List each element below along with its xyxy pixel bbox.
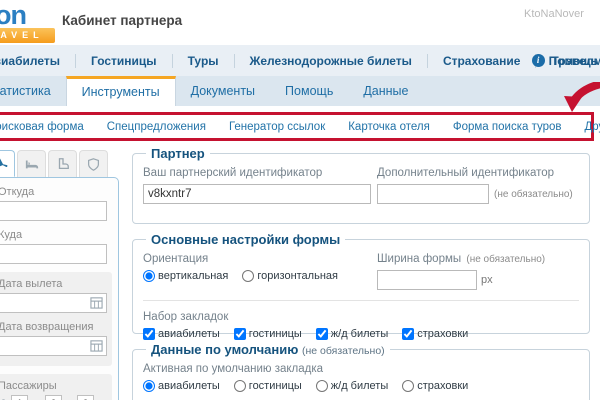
hotel-icon — [25, 157, 39, 171]
insurance-icon — [87, 158, 100, 171]
search-form-settings: Партнер Ваш партнерский идентификатор До… — [132, 146, 590, 400]
px-unit-label: px — [481, 274, 493, 286]
watermark-text: KtoNaNover — [524, 8, 584, 20]
widget-tab-avia[interactable] — [0, 150, 15, 177]
default-rail-radio[interactable] — [316, 380, 328, 392]
defaults-legend: Данные по умолчанию (не обязательно) — [146, 342, 390, 357]
default-hotels-radio[interactable] — [234, 380, 246, 392]
section-tabbar: Статистика Инструменты Документы Помощь … — [0, 76, 600, 106]
infants-count[interactable]: 0 — [77, 395, 94, 400]
active-tab-label: Активная по умолчанию закладка — [143, 363, 579, 375]
annotation-arrow-icon — [556, 82, 600, 114]
hotels-checkbox[interactable] — [234, 328, 246, 340]
default-option-rail[interactable]: ж/д билеты — [316, 380, 388, 392]
partner-legend: Партнер — [146, 146, 210, 161]
extra-id-input[interactable] — [377, 184, 489, 204]
tabset-option-avia[interactable]: авиабилеты — [143, 328, 220, 340]
tab-documents[interactable]: Документы — [176, 76, 270, 106]
instruments-toolbar: Поисковая форма Спецпредложения Генерато… — [0, 112, 594, 141]
plane-icon — [0, 156, 9, 172]
logo-travel-bar: travel — [0, 28, 55, 43]
main-nav-items: Авиабилеты Гостиницы Туры Железнодорожны… — [0, 54, 600, 68]
main-nav: Авиабилеты Гостиницы Туры Железнодорожны… — [0, 45, 600, 76]
to-input[interactable] — [0, 244, 107, 264]
partner-id-input[interactable] — [143, 184, 371, 204]
partner-cabinet-page: ozon travel Кабинет партнера KtoNaNover … — [0, 0, 600, 400]
default-insurance-radio[interactable] — [402, 380, 414, 392]
toolbar-link-hotel-card[interactable]: Карточка отеля — [348, 121, 430, 133]
toolbar-link-special-offers[interactable]: Спецпредложения — [107, 121, 206, 133]
passengers-label: Пассажиры — [0, 380, 107, 392]
avia-checkbox[interactable] — [143, 328, 155, 340]
search-widget-tabs — [0, 150, 110, 177]
nav-item-hotels[interactable]: Гостиницы — [76, 54, 172, 68]
form-width-input[interactable] — [377, 270, 477, 290]
page-title: Кабинет партнера — [62, 13, 182, 28]
ozon-travel-logo[interactable]: ozon travel — [0, 3, 55, 43]
info-icon: i — [532, 54, 545, 67]
settings-divider — [143, 300, 579, 301]
toolbar-link-tour-search-form[interactable]: Форма поиска туров — [453, 121, 562, 133]
depart-date-label: Дата вылета — [0, 278, 107, 290]
to-label: Куда — [0, 229, 107, 241]
passengers-panel: Пассажиры 1 0 0 Класс эконом — [0, 374, 112, 400]
tabset-option-hotels[interactable]: гостиницы — [234, 328, 302, 340]
default-option-avia[interactable]: авиабилеты — [143, 380, 220, 392]
partner-fieldset: Партнер Ваш партнерский идентификатор До… — [132, 146, 590, 224]
rail-checkbox[interactable] — [316, 328, 328, 340]
tours-icon — [56, 157, 70, 171]
flight-search-widget: Откуда Куда Дата вылета Дата возвращения — [0, 177, 119, 400]
form-width-label: Ширина формы (не обязательно) — [377, 253, 579, 265]
calendar-icon[interactable] — [90, 339, 103, 352]
tab-help[interactable]: Помощь — [270, 76, 348, 106]
return-date-label: Дата возвращения — [0, 321, 107, 333]
calendar-icon[interactable] — [90, 296, 103, 309]
default-avia-radio[interactable] — [143, 380, 155, 392]
tabset-option-insurance[interactable]: страховки — [402, 328, 468, 340]
partner-id-label: Ваш партнерский идентификатор — [143, 167, 377, 179]
tab-instruments[interactable]: Инструменты — [66, 76, 176, 106]
toolbar-link-other-instruments[interactable]: Другие инструменты — [584, 121, 600, 133]
orientation-option-horizontal[interactable]: горизонтальная — [242, 270, 338, 282]
nav-item-avia[interactable]: Авиабилеты — [0, 54, 75, 68]
tab-data[interactable]: Данные — [348, 76, 423, 106]
orientation-option-vertical[interactable]: вертикальная — [143, 270, 228, 282]
nav-item-rail[interactable]: Железнодорожные билеты — [235, 54, 427, 68]
default-option-hotels[interactable]: гостиницы — [234, 380, 302, 392]
toolbar-link-search-form[interactable]: Поисковая форма — [0, 121, 84, 133]
nav-help-label: Помощь — [549, 54, 598, 68]
tab-set-label: Набор закладок — [143, 311, 579, 323]
vertical-radio[interactable] — [143, 270, 155, 282]
extra-id-label: Дополнительный идентификатор — [377, 167, 579, 179]
widget-tab-tours[interactable] — [48, 150, 77, 177]
defaults-fieldset: Данные по умолчанию (не обязательно) Акт… — [132, 342, 590, 400]
children-count[interactable]: 0 — [45, 395, 62, 400]
extra-id-optional-note: (не обязательно) — [494, 189, 573, 200]
header: ozon travel Кабинет партнера KtoNaNover — [0, 0, 600, 44]
defaults-legend-note: (не обязательно) — [302, 345, 385, 357]
nav-help[interactable]: i Помощь — [532, 54, 598, 68]
toolbar-link-link-generator[interactable]: Генератор ссылок — [229, 121, 325, 133]
form-settings-legend: Основные настройки формы — [146, 232, 345, 247]
insurance-checkbox[interactable] — [402, 328, 414, 340]
default-option-insurance[interactable]: страховки — [402, 380, 468, 392]
nav-item-insurance[interactable]: Страхование — [428, 54, 535, 68]
form-width-optional-note: (не обязательно) — [466, 254, 545, 265]
logo-wordmark: ozon — [0, 3, 55, 27]
tabset-option-rail[interactable]: ж/д билеты — [316, 328, 388, 340]
widget-tab-hotels[interactable] — [17, 150, 46, 177]
adults-count[interactable]: 1 — [11, 395, 28, 400]
form-settings-fieldset: Основные настройки формы Ориентация верт… — [132, 232, 590, 334]
horizontal-radio[interactable] — [242, 270, 254, 282]
widget-tab-insurance[interactable] — [79, 150, 108, 177]
dates-panel: Дата вылета Дата возвращения — [0, 272, 112, 366]
nav-item-tours[interactable]: Туры — [173, 54, 234, 68]
from-input[interactable] — [0, 201, 107, 221]
tab-statistics[interactable]: Статистика — [0, 76, 66, 106]
from-label: Откуда — [0, 186, 107, 198]
orientation-label: Ориентация — [143, 253, 377, 265]
section-tabs: Статистика Инструменты Документы Помощь … — [0, 76, 600, 106]
